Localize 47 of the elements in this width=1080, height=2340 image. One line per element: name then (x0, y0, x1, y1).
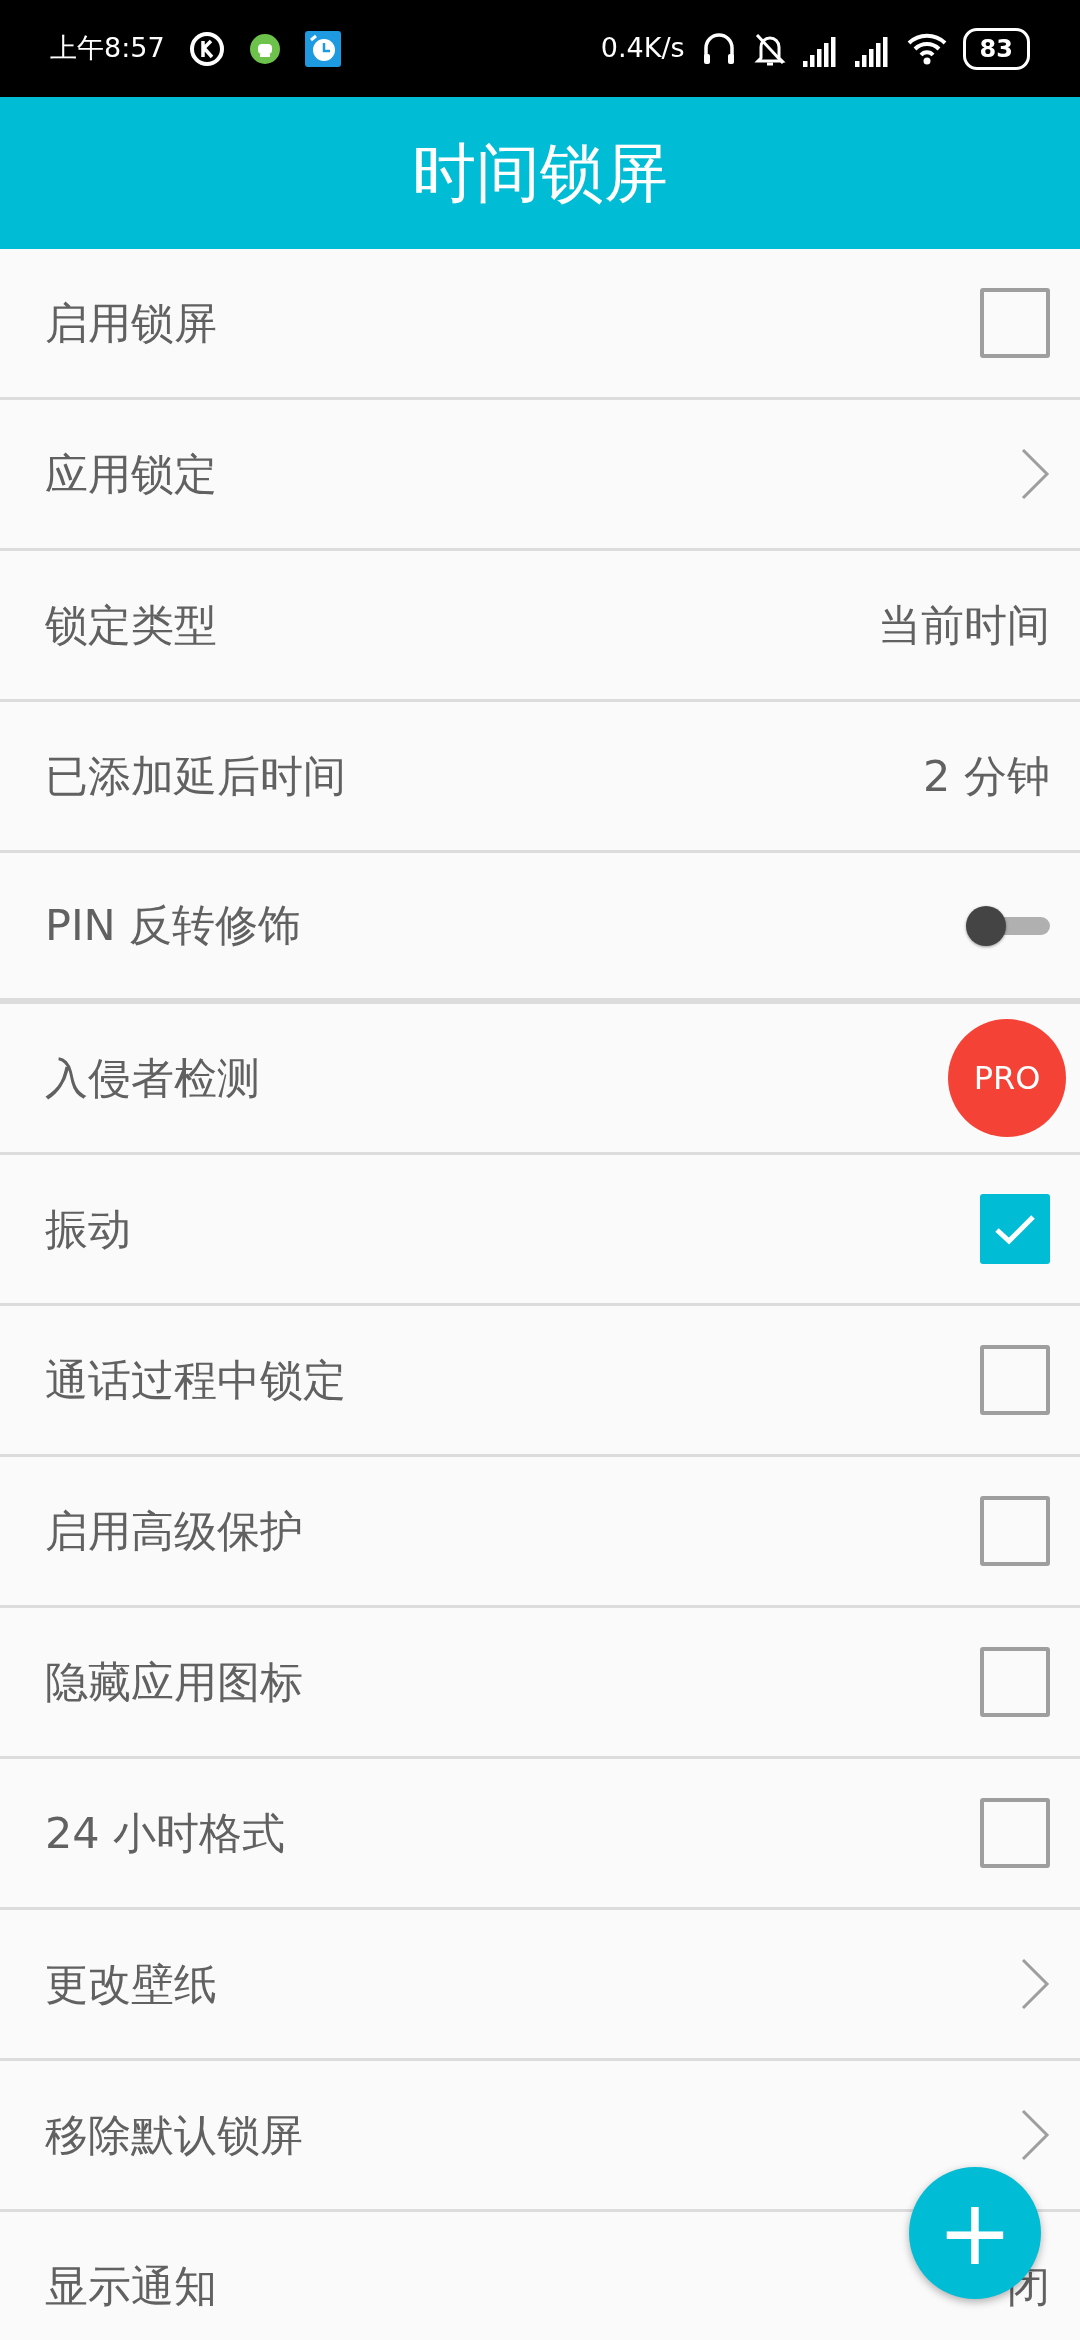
settings-row[interactable]: 已添加延后时间 2 分钟 (0, 702, 1080, 853)
settings-row[interactable]: 启用锁屏 (0, 249, 1080, 400)
pro-badge[interactable]: PRO (948, 1019, 1066, 1137)
setting-label: 锁定类型 (45, 598, 217, 652)
checkbox[interactable] (980, 1194, 1050, 1264)
setting-label: 应用锁定 (45, 447, 217, 501)
robot-icon (248, 32, 281, 65)
chevron-right-icon (1020, 2108, 1050, 2162)
settings-row[interactable]: 更改壁纸 (0, 1910, 1080, 2061)
checkbox[interactable] (980, 1345, 1050, 1415)
clock-app-icon (304, 30, 341, 67)
status-time: 上午8:57 (50, 31, 165, 66)
setting-label: 入侵者检测 (45, 1051, 260, 1105)
setting-label: 24 小时格式 (45, 1806, 286, 1860)
setting-value: 当前时间 (878, 598, 1050, 652)
check-icon (993, 1212, 1037, 1246)
setting-label: 启用高级保护 (45, 1504, 303, 1558)
settings-row[interactable]: 隐藏应用图标 (0, 1608, 1080, 1759)
settings-row[interactable]: 振动 (0, 1155, 1080, 1306)
setting-label: 更改壁纸 (45, 1957, 217, 2011)
setting-label: 通话过程中锁定 (45, 1353, 346, 1407)
network-speed: 0.4K/s (600, 31, 685, 66)
settings-row[interactable]: PIN 反转修饰 (0, 853, 1080, 1004)
app-title: 时间锁屏 (412, 135, 668, 212)
setting-value: 2 分钟 (922, 749, 1050, 803)
k-logo-icon (188, 30, 225, 67)
settings-row[interactable]: 入侵者检测 PRO (0, 1004, 1080, 1155)
battery-indicator: 83 (962, 27, 1030, 70)
settings-row[interactable]: 锁定类型 当前时间 (0, 551, 1080, 702)
setting-label: 已添加延后时间 (45, 749, 346, 803)
checkbox[interactable] (980, 288, 1050, 358)
settings-row[interactable]: 启用高级保护 (0, 1457, 1080, 1608)
settings-row[interactable]: 应用锁定 (0, 400, 1080, 551)
setting-label: 移除默认锁屏 (45, 2108, 303, 2162)
settings-row[interactable]: 通话过程中锁定 (0, 1306, 1080, 1457)
chevron-right-icon (1020, 1957, 1050, 2011)
checkbox[interactable] (980, 1798, 1050, 1868)
setting-label: 隐藏应用图标 (45, 1655, 303, 1709)
checkbox[interactable] (980, 1647, 1050, 1717)
setting-label: 显示通知 (45, 2259, 217, 2313)
wifi-icon (906, 32, 947, 65)
setting-label: 振动 (45, 1202, 131, 1256)
chevron-right-icon (1020, 447, 1050, 501)
setting-label: PIN 反转修饰 (45, 899, 302, 953)
setting-label: 启用锁屏 (45, 296, 217, 350)
checkbox[interactable] (980, 1496, 1050, 1566)
settings-row[interactable]: 24 小时格式 (0, 1759, 1080, 1910)
